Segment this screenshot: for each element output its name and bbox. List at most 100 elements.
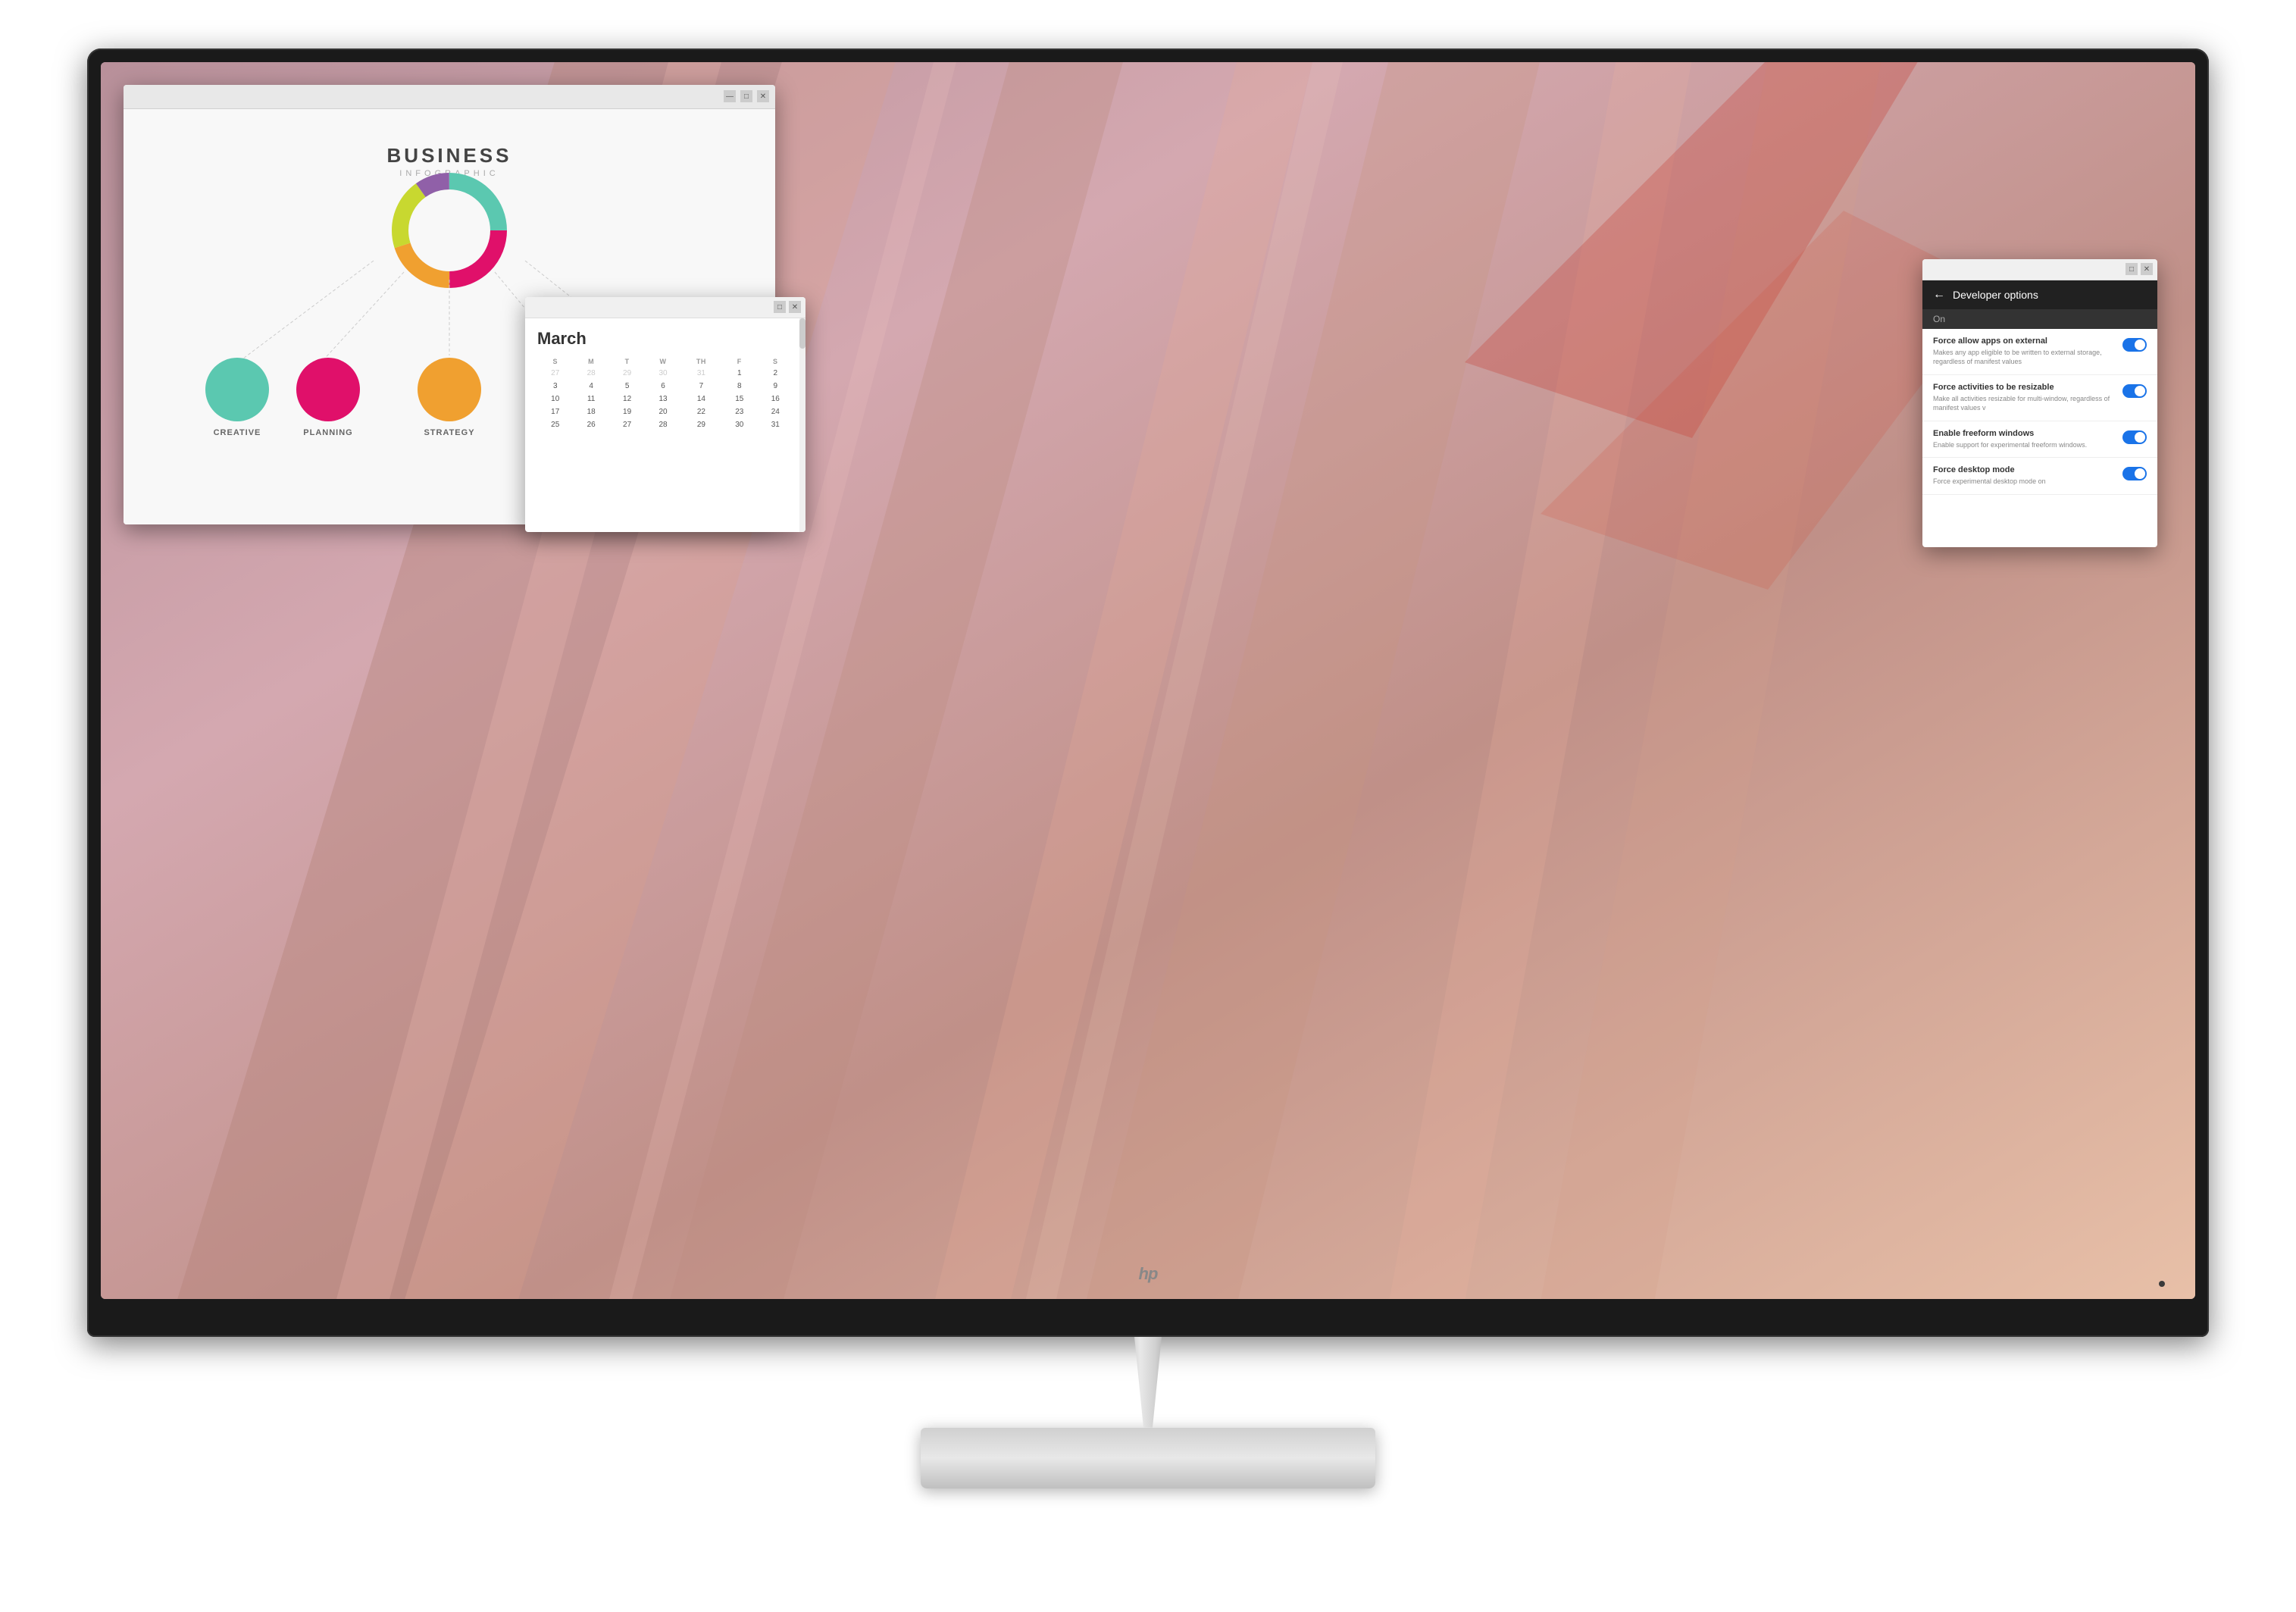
cal-day[interactable]: 13 — [645, 393, 680, 405]
cal-day[interactable]: 5 — [609, 380, 645, 393]
day-header-s2: S — [758, 356, 794, 367]
devops-option-1-text: Force allow apps on external Makes any a… — [1933, 336, 2122, 367]
day-header-t: T — [609, 356, 645, 367]
cal-day[interactable]: 28 — [645, 418, 680, 431]
calendar-scrollbar[interactable] — [799, 318, 805, 532]
cal-day[interactable]: 25 — [537, 418, 573, 431]
hp-logo: hp — [1133, 1261, 1163, 1288]
stand-base — [921, 1428, 1375, 1488]
cal-day[interactable]: 1 — [721, 367, 757, 380]
monitor-stand — [921, 1337, 1375, 1488]
calendar-content: March S M T W TH F S — [525, 318, 805, 442]
cal-day[interactable]: 7 — [681, 380, 721, 393]
devops-option-4-title: Force desktop mode — [1933, 465, 2115, 474]
power-indicator — [2159, 1281, 2165, 1287]
devops-option-3-text: Enable freeform windows Enable support f… — [1933, 429, 2122, 450]
screen: — □ ✕ BUSINESS INFOGRAPHIC — [101, 62, 2195, 1299]
business-titlebar: — □ ✕ — [124, 85, 775, 109]
cal-day[interactable]: 12 — [609, 393, 645, 405]
devops-option-2: Force activities to be resizable Make al… — [1922, 375, 2157, 421]
toggle-1[interactable] — [2122, 338, 2147, 352]
devops-title: Developer options — [1953, 289, 2038, 301]
day-header-m: M — [573, 356, 608, 367]
devops-option-2-text: Force activities to be resizable Make al… — [1933, 383, 2122, 413]
cal-day[interactable]: 9 — [758, 380, 794, 393]
calendar-grid: S M T W TH F S 27 — [537, 356, 793, 431]
devops-option-3-title: Enable freeform windows — [1933, 429, 2115, 438]
calendar-week-3: 10 11 12 13 14 15 16 — [537, 393, 793, 405]
devops-on-bar: On — [1922, 309, 2157, 329]
cal-day[interactable]: 3 — [537, 380, 573, 393]
cal-day[interactable]: 14 — [681, 393, 721, 405]
devops-option-1: Force allow apps on external Makes any a… — [1922, 329, 2157, 375]
cal-day[interactable]: 16 — [758, 393, 794, 405]
cal-day[interactable]: 27 — [537, 367, 573, 380]
cal-day[interactable]: 28 — [573, 367, 608, 380]
devops-maximize-button[interactable]: □ — [2126, 263, 2138, 275]
devops-option-4-desc: Force experimental desktop mode on — [1933, 477, 2115, 487]
toggle-3-knob — [2135, 432, 2145, 443]
monitor: — □ ✕ BUSINESS INFOGRAPHIC — [87, 49, 2209, 1564]
cal-day[interactable]: 31 — [681, 367, 721, 380]
devops-option-4: Force desktop mode Force experimental de… — [1922, 458, 2157, 495]
calendar-minimize-button[interactable]: □ — [774, 301, 786, 313]
cal-day[interactable]: 20 — [645, 405, 680, 418]
toggle-2-knob — [2135, 386, 2145, 396]
calendar-week-5: 25 26 27 28 29 30 31 — [537, 418, 793, 431]
cal-day[interactable]: 10 — [537, 393, 573, 405]
calendar-month: March — [537, 329, 793, 349]
calendar-titlebar: □ ✕ — [525, 297, 805, 318]
day-header-w: W — [645, 356, 680, 367]
devops-option-4-text: Force desktop mode Force experimental de… — [1933, 465, 2122, 487]
cal-day[interactable]: 26 — [573, 418, 608, 431]
cal-day[interactable]: 22 — [681, 405, 721, 418]
svg-text:CREATIVE: CREATIVE — [214, 428, 261, 437]
cal-day[interactable]: 23 — [721, 405, 757, 418]
cal-day[interactable]: 8 — [721, 380, 757, 393]
cal-day[interactable]: 15 — [721, 393, 757, 405]
cal-day[interactable]: 17 — [537, 405, 573, 418]
cal-day[interactable]: 29 — [609, 367, 645, 380]
cal-day[interactable]: 30 — [645, 367, 680, 380]
day-header-s: S — [537, 356, 573, 367]
close-button[interactable]: ✕ — [757, 90, 769, 102]
cal-day[interactable]: 18 — [573, 405, 608, 418]
cal-day[interactable]: 30 — [721, 418, 757, 431]
maximize-button[interactable]: □ — [740, 90, 752, 102]
cal-day[interactable]: 29 — [681, 418, 721, 431]
cal-day[interactable]: 27 — [609, 418, 645, 431]
on-label: On — [1933, 314, 1945, 324]
toggle-3[interactable] — [2122, 430, 2147, 444]
day-header-f: F — [721, 356, 757, 367]
cal-day[interactable]: 11 — [573, 393, 608, 405]
devops-option-1-title: Force allow apps on external — [1933, 336, 2115, 346]
monitor-bezel: — □ ✕ BUSINESS INFOGRAPHIC — [87, 49, 2209, 1337]
svg-text:hp: hp — [1139, 1264, 1158, 1283]
svg-text:BUSINESS: BUSINESS — [387, 144, 512, 167]
cal-day[interactable]: 4 — [573, 380, 608, 393]
stand-neck — [1125, 1337, 1171, 1428]
back-arrow-icon[interactable]: ← — [1933, 288, 1945, 302]
cal-day[interactable]: 6 — [645, 380, 680, 393]
devops-option-2-desc: Make all activities resizable for multi-… — [1933, 394, 2115, 413]
cal-day[interactable]: 24 — [758, 405, 794, 418]
day-header-th: TH — [681, 356, 721, 367]
devops-option-1-desc: Makes any app eligible to be written to … — [1933, 348, 2115, 367]
toggle-4[interactable] — [2122, 467, 2147, 480]
cal-day[interactable]: 31 — [758, 418, 794, 431]
calendar-header-row: S M T W TH F S — [537, 356, 793, 367]
devops-header: ← Developer options — [1922, 280, 2157, 309]
cal-day[interactable]: 19 — [609, 405, 645, 418]
toggle-2[interactable] — [2122, 384, 2147, 398]
minimize-button[interactable]: — — [724, 90, 736, 102]
svg-text:STRATEGY: STRATEGY — [424, 428, 474, 437]
cal-day[interactable]: 2 — [758, 367, 794, 380]
toggle-1-knob — [2135, 340, 2145, 350]
devops-close-button[interactable]: ✕ — [2141, 263, 2153, 275]
calendar-week-2: 3 4 5 6 7 8 9 — [537, 380, 793, 393]
calendar-close-button[interactable]: ✕ — [789, 301, 801, 313]
calendar-scrollbar-thumb[interactable] — [799, 318, 805, 349]
devops-option-3-desc: Enable support for experimental freeform… — [1933, 440, 2115, 450]
calendar-week-1: 27 28 29 30 31 1 2 — [537, 367, 793, 380]
devops-window: □ ✕ ← Developer options On Force allow a… — [1922, 259, 2157, 547]
